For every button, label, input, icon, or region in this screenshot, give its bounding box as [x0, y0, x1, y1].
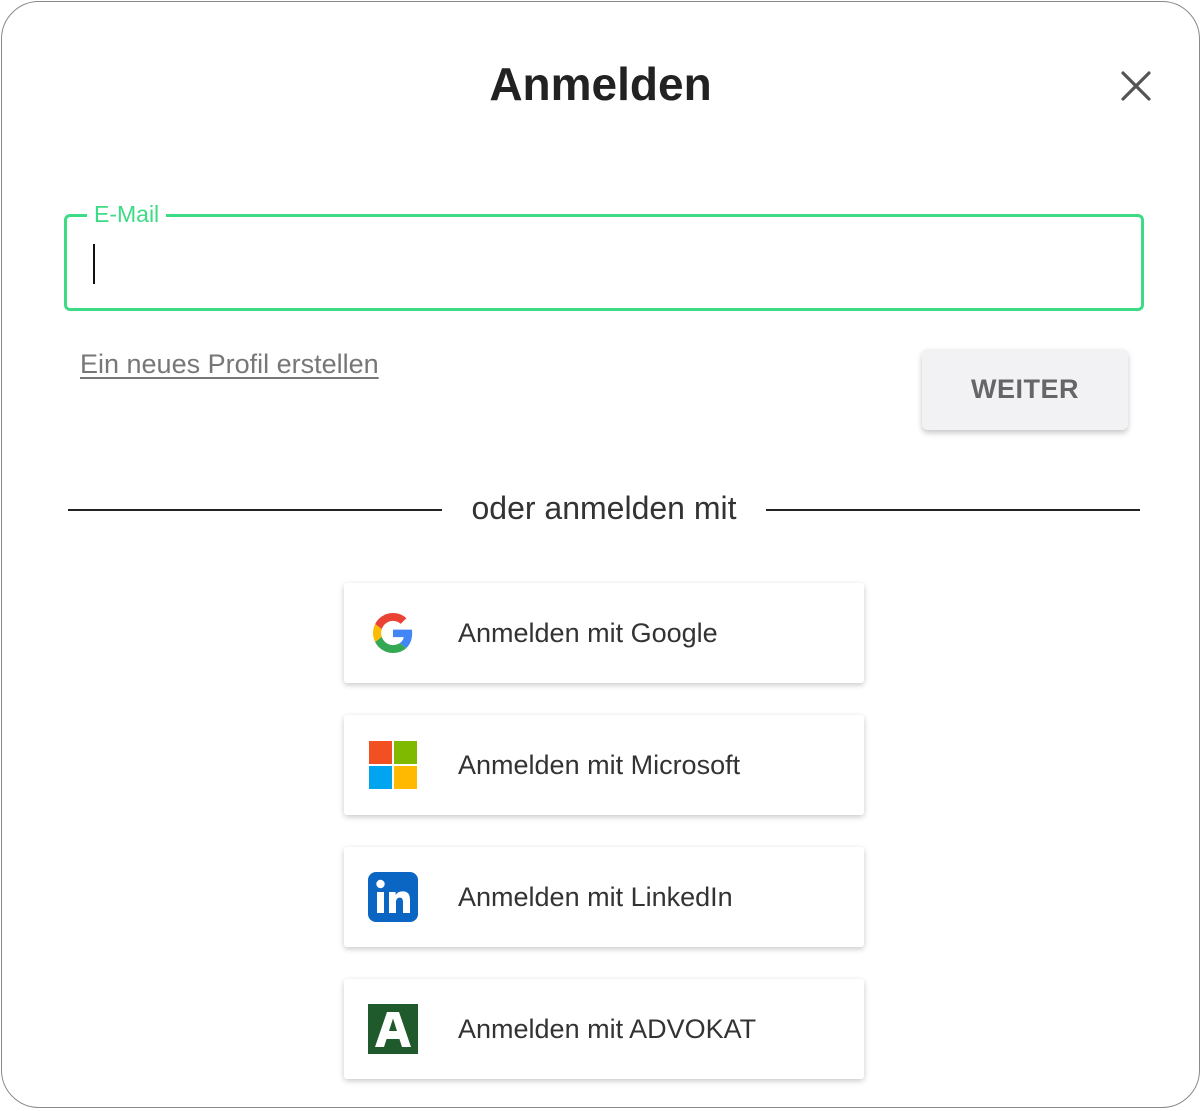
advokat-login-button[interactable]: Anmelden mit ADVOKAT	[344, 979, 864, 1079]
linkedin-login-label: Anmelden mit LinkedIn	[458, 881, 733, 912]
google-login-label: Anmelden mit Google	[458, 617, 718, 648]
microsoft-icon	[368, 740, 418, 790]
divider-text: oder anmelden mit	[471, 490, 737, 526]
microsoft-login-button[interactable]: Anmelden mit Microsoft	[344, 715, 864, 815]
email-input[interactable]	[67, 217, 1141, 308]
create-profile-link[interactable]: Ein neues Profil erstellen	[80, 346, 379, 382]
close-icon	[1121, 71, 1151, 101]
text-caret	[93, 244, 95, 284]
next-button[interactable]: WEITER	[922, 349, 1128, 430]
email-field[interactable]: E-Mail	[64, 200, 1144, 311]
linkedin-icon	[368, 872, 418, 922]
dialog-title: Anmelden	[489, 58, 712, 110]
close-button[interactable]	[1114, 64, 1158, 108]
advokat-icon	[368, 1004, 418, 1054]
divider-line-left	[68, 509, 442, 511]
microsoft-login-label: Anmelden mit Microsoft	[458, 749, 741, 780]
google-icon	[368, 608, 418, 658]
advokat-login-label: Anmelden mit ADVOKAT	[458, 1013, 757, 1044]
google-login-button[interactable]: Anmelden mit Google	[344, 583, 864, 683]
login-dialog: Anmelden E-Mail Ein neues Profil erstell…	[1, 1, 1200, 1108]
linkedin-login-button[interactable]: Anmelden mit LinkedIn	[344, 847, 864, 947]
divider-line-right	[766, 509, 1140, 511]
